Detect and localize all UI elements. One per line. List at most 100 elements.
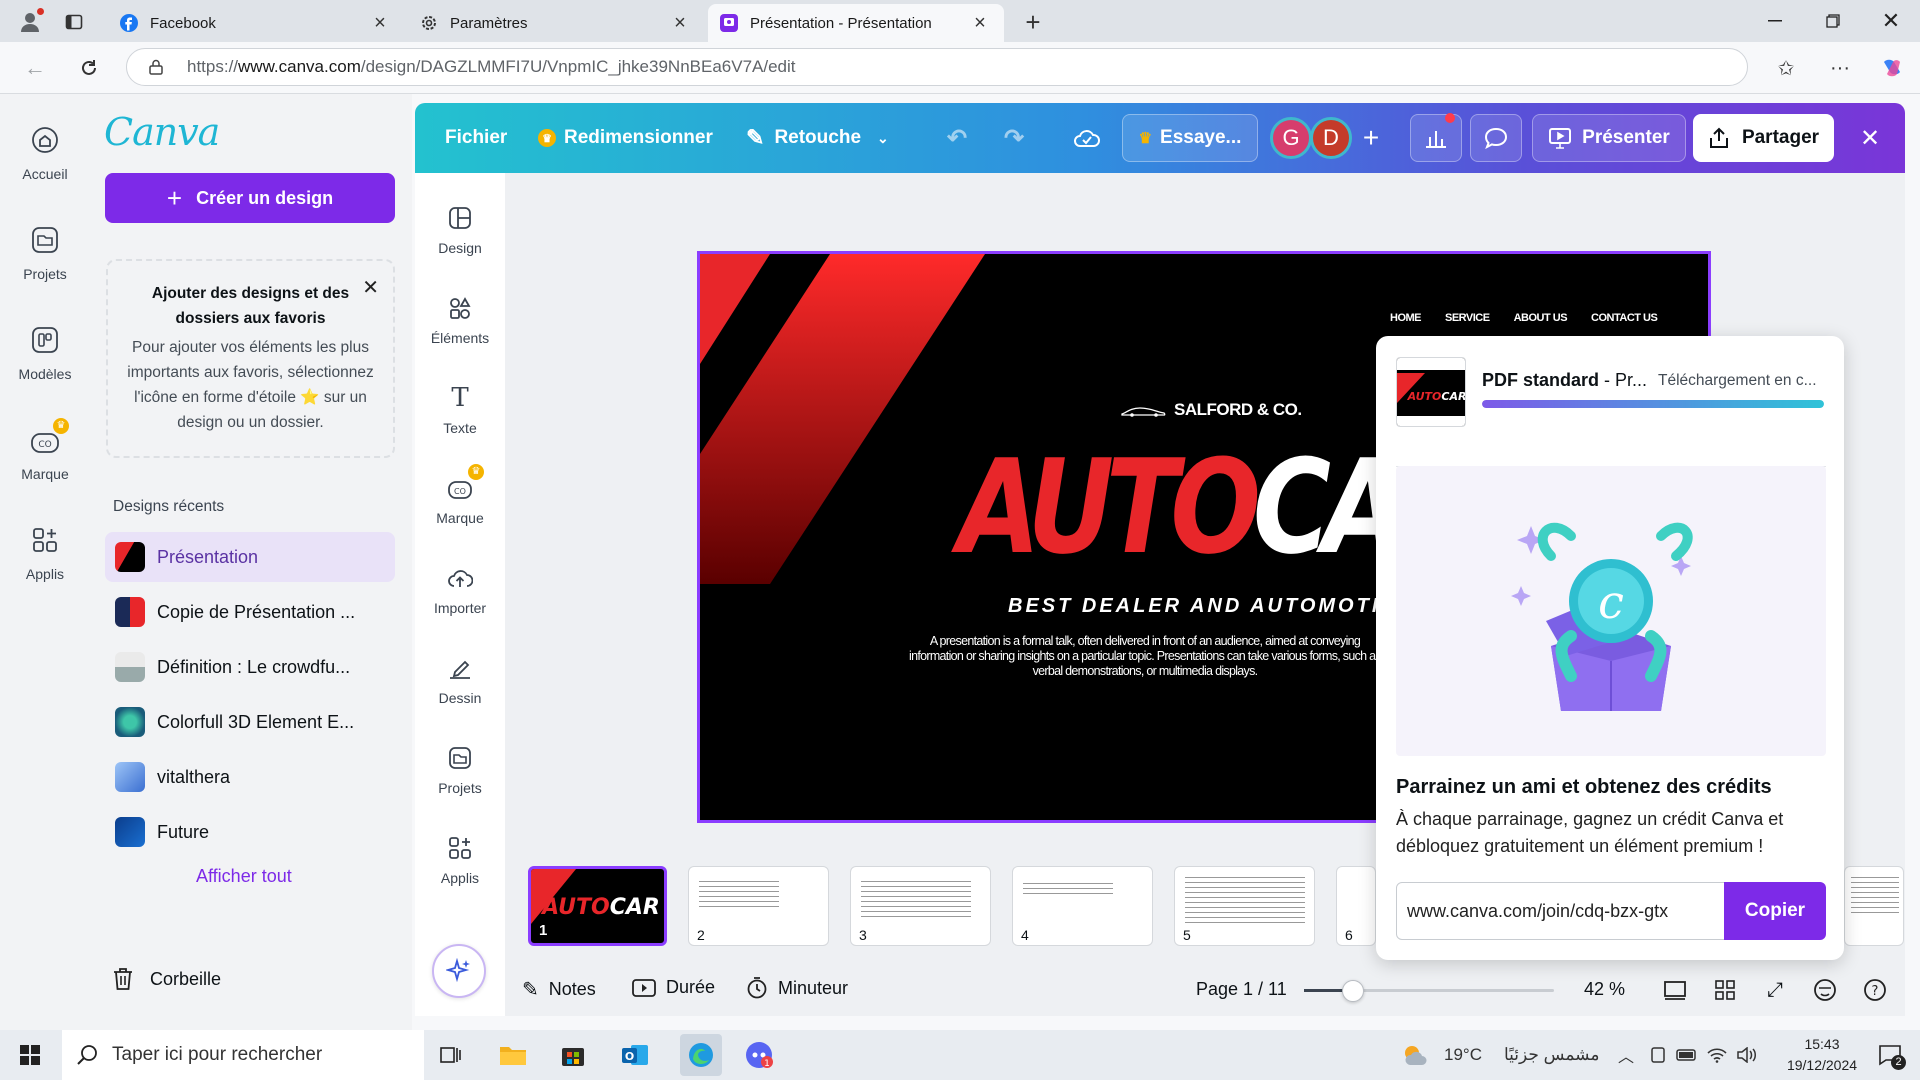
tool-design[interactable]: Design	[415, 200, 505, 256]
invite-link-value: www.canva.com/join/cdq-bzx-gtx	[1407, 900, 1669, 921]
close-tab-icon[interactable]: ×	[368, 12, 392, 35]
close-panel-icon[interactable]: ✕	[1850, 103, 1890, 173]
tab-actions-icon[interactable]	[62, 10, 86, 34]
undo-icon[interactable]: ↶	[942, 103, 972, 173]
profile-icon[interactable]	[16, 8, 44, 36]
duration-button[interactable]: Durée	[632, 977, 715, 998]
discord-icon[interactable]: 1	[742, 1038, 776, 1072]
page-indicator[interactable]: Page 1 / 11	[1196, 979, 1287, 1000]
tab-facebook[interactable]: Facebook ×	[108, 4, 404, 42]
nav-label: Marque	[21, 466, 69, 482]
tool-text[interactable]: T Texte	[415, 380, 505, 436]
taskbar-search[interactable]: Taper ici pour rechercher	[62, 1030, 424, 1080]
grid-view-icon[interactable]	[1710, 976, 1740, 1004]
nav-marque[interactable]: CO ♛ Marque	[0, 418, 90, 482]
tool-draw[interactable]: Dessin	[415, 650, 505, 706]
recent-design-item[interactable]: Définition : Le crowdfu...	[105, 642, 395, 692]
url-field[interactable]: https://www.canva.com/design/DAGZLMMFI7U…	[126, 48, 1748, 86]
page-thumbnail[interactable]: 5	[1174, 866, 1315, 946]
refresh-icon[interactable]	[74, 54, 104, 82]
try-pro-button[interactable]: ♛ Essaye...	[1122, 114, 1258, 162]
fullscreen-icon[interactable]: ⤢	[1760, 976, 1790, 1004]
new-tab-icon[interactable]: +	[1018, 7, 1048, 37]
canva-logo[interactable]: Canva	[104, 110, 220, 154]
taskbar-clock[interactable]: 15:43 19/12/2024	[1780, 1034, 1864, 1076]
single-page-view-icon[interactable]	[1660, 976, 1690, 1004]
redo-icon[interactable]: ↷	[999, 103, 1029, 173]
weather-icon[interactable]	[1400, 1040, 1432, 1070]
page-thumbnail[interactable]: AUTOCAR 1	[528, 866, 667, 946]
nav-modeles[interactable]: Modèles	[0, 320, 90, 382]
tool-projects[interactable]: Projets	[415, 740, 505, 796]
close-icon[interactable]: ✕	[362, 275, 379, 300]
task-view-icon[interactable]	[436, 1040, 466, 1070]
page-thumbnail[interactable]: 2	[688, 866, 829, 946]
edge-browser-icon[interactable]	[680, 1034, 722, 1076]
zoom-level[interactable]: 42 %	[1584, 979, 1625, 1000]
recent-design-item[interactable]: Copie de Présentation ...	[105, 587, 395, 637]
trash-button[interactable]: Corbeille	[112, 967, 221, 991]
close-tab-icon[interactable]: ×	[668, 12, 692, 35]
favorites-icon[interactable]: ✩	[1770, 54, 1802, 82]
page-thumbnail[interactable]: 4	[1012, 866, 1153, 946]
copilot-icon[interactable]	[1876, 54, 1908, 82]
zoom-slider[interactable]	[1304, 980, 1554, 1002]
microsoft-store-icon[interactable]	[556, 1038, 590, 1072]
chevron-up-icon[interactable]: ︿	[1614, 1042, 1638, 1068]
timer-button[interactable]: Minuteur	[746, 977, 848, 999]
windows-taskbar: Taper ici pour rechercher O 1 19°C مشمس …	[0, 1030, 1920, 1080]
file-explorer-icon[interactable]	[496, 1038, 530, 1072]
nav-applis[interactable]: Applis	[0, 520, 90, 582]
wifi-icon[interactable]	[1704, 1042, 1730, 1068]
weather-temp[interactable]: 19°C	[1444, 1045, 1482, 1065]
notes-button[interactable]: ✎ Notes	[522, 977, 596, 1002]
restore-icon[interactable]	[1818, 8, 1848, 34]
recent-design-item[interactable]: Présentation	[105, 532, 395, 582]
tool-brand[interactable]: CO ♛ Marque	[415, 464, 505, 526]
resize-button[interactable]: ♛ Redimensionner	[538, 103, 713, 173]
help-icon[interactable]: ?	[1860, 976, 1890, 1004]
tab-parametres[interactable]: Paramètres ×	[408, 4, 704, 42]
analytics-button[interactable]	[1410, 113, 1462, 162]
share-button[interactable]: Partager	[1693, 114, 1834, 162]
more-icon[interactable]: ···	[1824, 54, 1856, 82]
windows-start-icon[interactable]	[12, 1040, 48, 1070]
tool-upload[interactable]: Importer	[415, 560, 505, 616]
comments-button[interactable]	[1470, 114, 1522, 162]
avatar[interactable]: D	[1310, 117, 1352, 159]
page-thumbnail[interactable]	[1844, 866, 1904, 946]
avatar[interactable]: G	[1270, 117, 1312, 159]
tab-presentation[interactable]: Présentation - Présentation ×	[708, 4, 1004, 42]
smiley-icon[interactable]	[1810, 976, 1840, 1004]
close-window-icon[interactable]: ✕	[1876, 8, 1906, 34]
meet-now-icon[interactable]	[1646, 1042, 1670, 1068]
weather-description[interactable]: مشمس جزئيًا	[1504, 1045, 1599, 1065]
file-menu[interactable]: Fichier	[445, 103, 507, 173]
page-thumbnail[interactable]: 6	[1336, 866, 1376, 946]
zoom-slider-handle[interactable]	[1342, 980, 1364, 1002]
page-thumbnail[interactable]: 3	[850, 866, 991, 946]
nav-projets[interactable]: Projets	[0, 220, 90, 282]
create-design-button[interactable]: + Créer un design	[105, 173, 395, 223]
invite-link-field[interactable]: www.canva.com/join/cdq-bzx-gtx	[1396, 882, 1746, 940]
minimize-icon[interactable]	[1760, 8, 1790, 34]
copy-link-button[interactable]: Copier	[1724, 882, 1826, 940]
recent-design-item[interactable]: vitalthera	[105, 752, 395, 802]
volume-icon[interactable]	[1734, 1042, 1760, 1068]
close-tab-icon[interactable]: ×	[968, 12, 992, 35]
edit-menu[interactable]: ✎ Retouche ⌄	[746, 103, 889, 173]
cloud-save-icon[interactable]	[1070, 103, 1104, 173]
recent-design-item[interactable]: Colorfull 3D Element E...	[105, 697, 395, 747]
recent-design-item[interactable]: Future	[105, 807, 395, 857]
magic-assistant-button[interactable]	[432, 944, 486, 998]
see-all-link[interactable]: Afficher tout	[196, 866, 292, 887]
back-icon[interactable]: ←	[20, 54, 50, 82]
nav-accueil[interactable]: Accueil	[0, 120, 90, 182]
present-button[interactable]: Présenter	[1532, 114, 1686, 162]
battery-icon[interactable]	[1674, 1042, 1700, 1068]
tool-apps[interactable]: Applis	[415, 830, 505, 886]
add-collaborator-icon[interactable]: +	[1352, 119, 1390, 157]
tool-elements[interactable]: Éléments	[415, 290, 505, 346]
notifications-icon[interactable]: 2	[1872, 1040, 1908, 1070]
outlook-icon[interactable]: O	[618, 1038, 652, 1072]
